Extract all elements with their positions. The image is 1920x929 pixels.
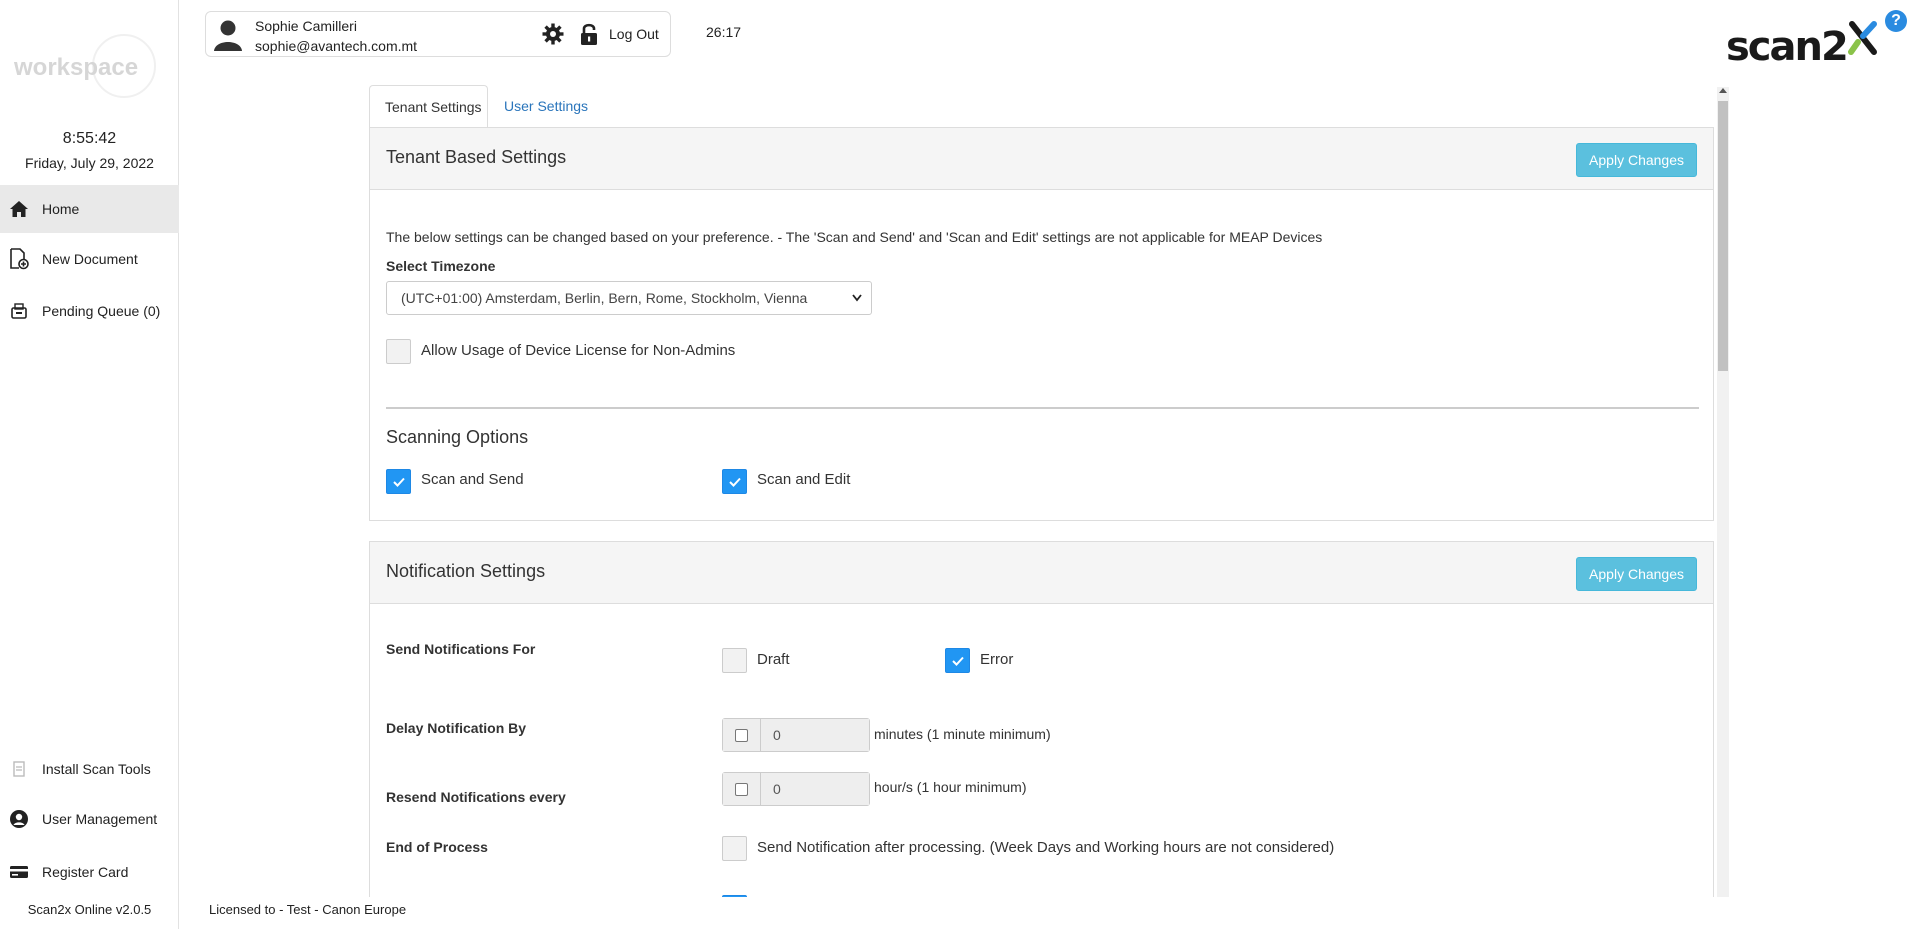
scanning-options-title: Scanning Options bbox=[386, 427, 529, 447]
new-document-icon bbox=[8, 248, 30, 270]
sidebar: workspace 8:55:42 Friday, July 29, 2022 … bbox=[0, 0, 179, 929]
timezone-select[interactable]: (UTC+01:00) Amsterdam, Berlin, Bern, Rom… bbox=[386, 281, 872, 315]
delay-hint: minutes (1 minute minimum) bbox=[874, 726, 1051, 742]
clock-time: 8:55:42 bbox=[62, 130, 117, 147]
draft-checkbox[interactable] bbox=[722, 648, 747, 673]
sidebar-item-pending-queue[interactable]: Pending Queue (0) bbox=[0, 287, 179, 335]
end-of-process-checkbox[interactable] bbox=[722, 836, 747, 861]
sidebar-item-label: User Management bbox=[42, 811, 158, 827]
printer-icon bbox=[8, 300, 30, 322]
sidebar-item-label: New Document bbox=[42, 251, 138, 267]
chevron-down-icon bbox=[851, 282, 863, 325]
check-icon bbox=[392, 477, 405, 487]
draft-label: Draft bbox=[757, 651, 790, 668]
resend-label: Resend Notifications every bbox=[386, 789, 566, 805]
help-button[interactable]: ? bbox=[1885, 10, 1907, 32]
card-icon bbox=[8, 861, 30, 883]
scan-edit-checkbox[interactable] bbox=[722, 469, 747, 494]
panel-title: Notification Settings bbox=[386, 561, 546, 581]
timezone-label: Select Timezone bbox=[386, 258, 496, 274]
sidebar-item-label: Home bbox=[42, 201, 80, 217]
panel-header: Notification Settings Apply Changes bbox=[370, 542, 1713, 604]
scan-edit-label: Scan and Edit bbox=[757, 471, 851, 488]
clock-date: Friday, July 29, 2022 bbox=[25, 155, 154, 171]
scroll-up-arrow-icon[interactable] bbox=[1719, 88, 1727, 93]
error-label: Error bbox=[980, 651, 1014, 668]
sidebar-item-user-management[interactable]: User Management bbox=[0, 795, 179, 843]
sidebar-item-label: Install Scan Tools bbox=[42, 761, 151, 777]
timezone-value: (UTC+01:00) Amsterdam, Berlin, Bern, Rom… bbox=[401, 290, 808, 306]
resend-enable-checkbox[interactable] bbox=[723, 773, 761, 805]
workspace-logo: workspace bbox=[14, 34, 164, 110]
end-of-process-option-label: Send Notification after processing. (Wee… bbox=[757, 839, 1335, 856]
notification-settings-panel: Notification Settings Apply Changes Send… bbox=[369, 541, 1714, 920]
send-notifications-label: Send Notifications For bbox=[386, 641, 536, 657]
logout-button[interactable]: Log Out bbox=[609, 26, 659, 42]
delay-label: Delay Notification By bbox=[386, 720, 527, 736]
home-icon bbox=[8, 198, 30, 220]
scan-send-checkbox[interactable] bbox=[386, 469, 411, 494]
tenant-settings-panel: Tenant Based Settings Apply Changes The … bbox=[369, 127, 1714, 521]
error-checkbox[interactable] bbox=[945, 648, 970, 673]
apply-changes-button[interactable]: Apply Changes bbox=[1576, 557, 1697, 591]
scan-send-label: Scan and Send bbox=[421, 471, 524, 488]
logo-text: workspace bbox=[14, 54, 139, 81]
user-info-box: Sophie Camilleri sophie@avantech.com.mt … bbox=[205, 11, 671, 57]
install-icon bbox=[8, 758, 30, 780]
gear-icon[interactable] bbox=[542, 23, 564, 48]
scrollbar-thumb[interactable] bbox=[1718, 101, 1728, 371]
resend-hint: hour/s (1 hour minimum) bbox=[874, 779, 1027, 795]
session-timer: 26:17 bbox=[706, 24, 742, 40]
user-avatar-icon bbox=[212, 18, 244, 55]
end-of-process-label: End of Process bbox=[386, 839, 488, 855]
user-circle-icon bbox=[8, 808, 30, 830]
svg-text:scan2: scan2 bbox=[1726, 24, 1847, 66]
divider bbox=[386, 407, 1699, 409]
sidebar-item-register-card[interactable]: Register Card bbox=[0, 848, 179, 896]
panel-header: Tenant Based Settings Apply Changes bbox=[370, 128, 1713, 190]
tab-user-settings[interactable]: User Settings bbox=[489, 85, 605, 128]
resend-input[interactable]: 0 bbox=[761, 773, 869, 805]
delay-input-group: 0 bbox=[722, 718, 870, 752]
sidebar-item-label: Register Card bbox=[42, 864, 129, 880]
resend-input-group: 0 bbox=[722, 772, 870, 806]
check-icon bbox=[728, 477, 741, 487]
delay-input[interactable]: 0 bbox=[761, 719, 869, 751]
unlock-icon[interactable] bbox=[579, 22, 599, 49]
user-name: Sophie Camilleri bbox=[255, 18, 357, 34]
license-info: Licensed to - Test - Canon Europe bbox=[209, 902, 407, 917]
sidebar-item-home[interactable]: Home bbox=[0, 185, 179, 233]
sidebar-item-new-document[interactable]: New Document bbox=[0, 235, 179, 283]
tab-tenant-settings[interactable]: Tenant Settings bbox=[369, 85, 488, 128]
footer-bar bbox=[179, 897, 1920, 929]
sidebar-item-install-scan-tools[interactable]: Install Scan Tools bbox=[0, 745, 179, 793]
check-icon bbox=[951, 656, 964, 666]
apply-changes-button[interactable]: Apply Changes bbox=[1576, 143, 1697, 177]
page-scrollbar[interactable] bbox=[1717, 87, 1729, 897]
settings-description: The below settings can be changed based … bbox=[386, 229, 1323, 245]
allow-license-label: Allow Usage of Device License for Non-Ad… bbox=[421, 342, 736, 359]
delay-enable-checkbox[interactable] bbox=[723, 719, 761, 751]
app-version: Scan2x Online v2.0.5 bbox=[27, 902, 152, 917]
sidebar-item-label: Pending Queue (0) bbox=[42, 303, 161, 319]
allow-license-checkbox[interactable] bbox=[386, 339, 411, 364]
user-email: sophie@avantech.com.mt bbox=[255, 38, 418, 54]
panel-title: Tenant Based Settings bbox=[386, 147, 567, 167]
scan2x-logo: scan2 bbox=[1724, 16, 1884, 70]
